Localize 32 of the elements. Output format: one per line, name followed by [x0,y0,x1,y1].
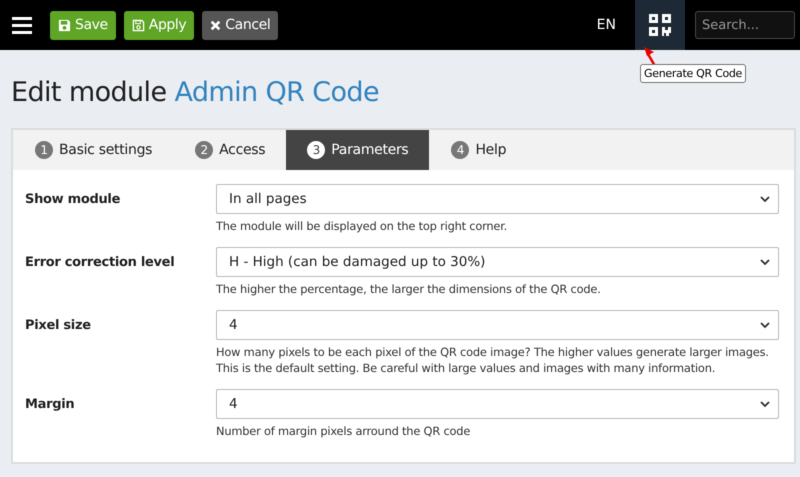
field-label: Pixel size [25,317,92,335]
close-icon [210,20,222,30]
field-label: Error correction level [25,254,176,272]
caret-icon [760,400,770,408]
select-field[interactable]: 4 [216,310,779,340]
qr-code-icon [649,14,671,36]
help-text: The higher the percentage, the larger the dimensions of the QR code. [216,281,602,297]
select-field[interactable]: 4 [216,389,779,419]
caret-icon [760,322,770,328]
caret-icon [760,258,770,266]
tab[interactable]: 1 Basic settings [33,130,174,170]
caret-icon [760,196,770,202]
tooltip: Generate QR Code [640,64,746,83]
field-label: Show module [25,191,122,209]
save-icon [58,18,71,32]
cancel-button[interactable]: Cancel [202,10,278,40]
select-field[interactable]: In all pages [216,184,779,214]
tab[interactable]: 4 Help [449,130,528,170]
save-icon [132,18,145,32]
tab[interactable]: 3 Parameters [286,130,430,170]
language-label[interactable]: EN [596,17,616,33]
arrow-annotation [644,47,656,67]
tab[interactable]: 2 Access [193,130,286,170]
help-text: The module will be displayed on the top right corner. [216,218,508,234]
field-label: Margin [25,396,76,414]
select-field[interactable]: H - High (can be damaged up to 30%) [216,247,779,277]
menu-icon[interactable] [12,16,32,34]
search-field[interactable]: Search... [695,11,795,39]
help-text: Number of margin pixels arround the QR code [216,423,472,439]
help-text: How many pixels to be each pixel of the QR code image? The higher values generate larger images. This is the default setting. Be careful with large values and images with many information. [216,344,770,376]
page-title: Edit module Admin QR Code [11,77,379,108]
qr-code-button[interactable] [635,0,685,50]
